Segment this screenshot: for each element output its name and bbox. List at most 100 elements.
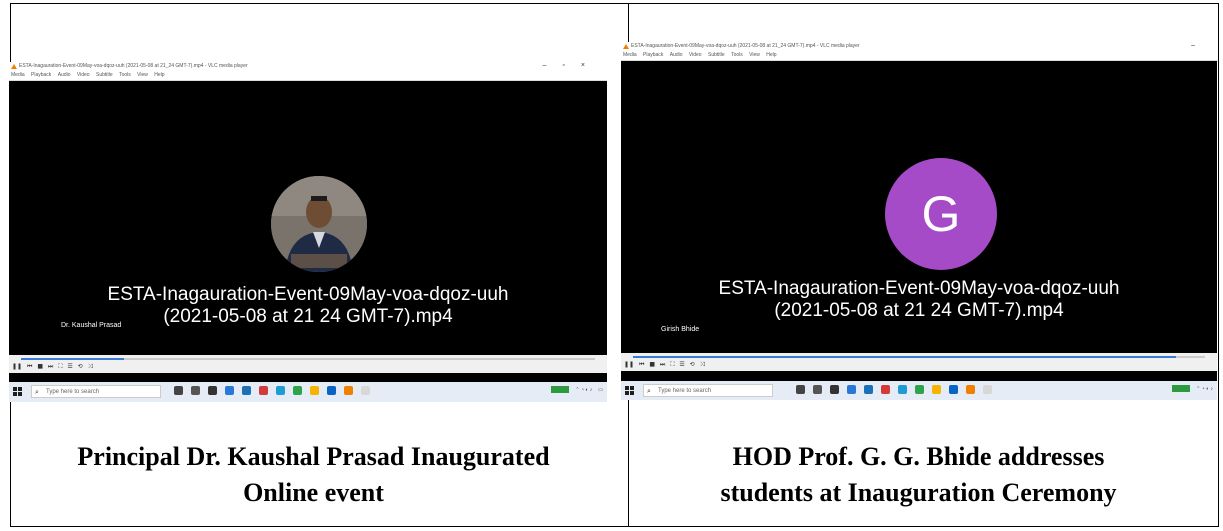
task-view-icon[interactable] — [813, 385, 822, 394]
next-icon[interactable]: ⏭ — [660, 361, 665, 368]
pause-icon[interactable]: ❚❚ — [12, 363, 22, 370]
app-l-icon[interactable] — [847, 385, 856, 394]
fullscreen-icon[interactable]: ⛶ — [58, 363, 62, 370]
left-caption-line2: Online event — [243, 478, 384, 507]
menu-audio[interactable]: Audio — [58, 72, 71, 78]
system-tray: ⌃ ◔ ◐ ♪ — [1172, 385, 1213, 392]
shuffle-icon[interactable]: ⤨ — [700, 361, 705, 368]
menu-view[interactable]: View — [137, 72, 148, 78]
word-icon[interactable] — [949, 385, 958, 394]
shield-icon[interactable] — [259, 386, 268, 395]
playback-controls: ❚❚ ⏮ ■ ⏭ ⛶ ☰ ⟲ ⤨ — [621, 361, 1217, 371]
seek-track[interactable] — [21, 358, 595, 360]
right-caption: HOD Prof. G. G. Bhide addresses students… — [618, 439, 1219, 511]
menu-help[interactable]: Help — [154, 72, 164, 78]
tray-icons[interactable]: ⌃ ◔ ◐ ♪ — [575, 387, 592, 393]
pause-icon[interactable]: ❚❚ — [624, 361, 634, 368]
mail-icon[interactable] — [242, 386, 251, 395]
video-title: ESTA-Inagauration-Event-09May-voa-dqoz-u… — [621, 278, 1217, 322]
left-caption-line1: Principal Dr. Kaushal Prasad Inaugurated — [77, 442, 550, 471]
seek-bar[interactable] — [621, 353, 1217, 361]
vlc-cone-icon — [623, 44, 629, 49]
seek-track[interactable] — [633, 356, 1205, 358]
vlc-cone-icon — [11, 64, 17, 69]
vlc-icon[interactable] — [344, 386, 353, 395]
menu-playback[interactable]: Playback — [31, 72, 51, 78]
fullscreen-icon[interactable]: ⛶ — [670, 361, 674, 368]
menu-tools[interactable]: Tools — [119, 72, 131, 78]
vlc-menubar: Media Playback Audio Video Subtitle Tool… — [9, 72, 607, 81]
battery-indicator[interactable] — [551, 386, 570, 393]
chrome-icon[interactable] — [915, 385, 924, 394]
taskbar-apps — [174, 386, 370, 395]
loop-icon[interactable]: ⟲ — [78, 363, 83, 370]
right-screenshot: ESTA-Inagauration-Event-09May-voa-dqoz-u… — [621, 42, 1217, 400]
search-icon: ⌕ — [647, 388, 651, 395]
seek-progress — [21, 358, 125, 360]
windows-start-icon[interactable] — [625, 386, 634, 395]
system-tray: ⌃ ◔ ◐ ♪ ▭ — [551, 386, 603, 393]
menu-subtitle[interactable]: Subtitle — [96, 72, 113, 78]
cortana-icon[interactable] — [796, 385, 805, 394]
right-caption-line1: HOD Prof. G. G. Bhide addresses — [732, 442, 1105, 471]
speaker-name: Dr. Kaushal Prasad — [61, 322, 122, 329]
paint-icon[interactable] — [983, 385, 992, 394]
left-screenshot: ESTA-Inagauration-Event-09May-voa-dqoz-u… — [9, 62, 607, 402]
video-title-line1: ESTA-Inagauration-Event-09May-voa-dqoz-u… — [718, 278, 1120, 299]
loop-icon[interactable]: ⟲ — [690, 361, 695, 368]
windows-start-icon[interactable] — [13, 387, 22, 396]
menu-video[interactable]: Video — [689, 52, 702, 58]
cortana-icon[interactable] — [174, 386, 183, 395]
menu-audio[interactable]: Audio — [670, 52, 683, 58]
video-area[interactable]: G ESTA-Inagauration-Event-09May-voa-dqoz… — [621, 61, 1217, 353]
taskbar-search[interactable]: ⌕ Type here to search — [31, 385, 161, 398]
menu-tools[interactable]: Tools — [731, 52, 743, 58]
app-l-icon[interactable] — [225, 386, 234, 395]
video-area[interactable]: ESTA-Inagauration-Event-09May-voa-dqoz-u… — [9, 81, 607, 355]
tray-icons[interactable]: ⌃ ◔ ◐ ♪ — [1196, 386, 1213, 392]
taskbar-search[interactable]: ⌕ Type here to search — [643, 384, 773, 397]
menu-help[interactable]: Help — [766, 52, 776, 58]
window-title: ESTA-Inagauration-Event-09May-voa-dqoz-u… — [19, 63, 248, 69]
participant-avatar: G — [885, 158, 997, 270]
edge-icon[interactable] — [898, 385, 907, 394]
vlc-titlebar: ESTA-Inagauration-Event-09May-voa-dqoz-u… — [9, 62, 607, 72]
battery-indicator[interactable] — [1172, 385, 1191, 392]
menu-video[interactable]: Video — [77, 72, 90, 78]
playback-controls: ❚❚ ⏮ ■ ⏭ ⛶ ☰ ⟲ ⤨ — [9, 363, 607, 373]
window-controls[interactable]: –▫× — [543, 62, 601, 69]
menu-media[interactable]: Media — [11, 72, 25, 78]
windows-taskbar: ⌕ Type here to search ⌃ ◔ ◐ ♪ — [621, 381, 1217, 400]
word-icon[interactable] — [327, 386, 336, 395]
previous-icon[interactable]: ⏮ — [27, 363, 32, 370]
seek-bar[interactable] — [9, 355, 607, 363]
menu-media[interactable]: Media — [623, 52, 637, 58]
explorer-icon[interactable] — [310, 386, 319, 395]
shield-icon[interactable] — [881, 385, 890, 394]
window-title: ESTA-Inagauration-Event-09May-voa-dqoz-u… — [631, 43, 860, 49]
chrome-icon[interactable] — [293, 386, 302, 395]
windows-taskbar: ⌕ Type here to search ⌃ ◔ ◐ ♪ ▭ — [9, 382, 607, 402]
window-controls[interactable]: – — [1191, 42, 1211, 49]
playlist-icon[interactable]: ☰ — [67, 363, 72, 370]
speaker-photo — [271, 176, 367, 272]
menu-view[interactable]: View — [749, 52, 760, 58]
vlc-icon[interactable] — [966, 385, 975, 394]
menu-subtitle[interactable]: Subtitle — [708, 52, 725, 58]
previous-icon[interactable]: ⏮ — [639, 361, 644, 368]
store-icon[interactable] — [208, 386, 217, 395]
explorer-icon[interactable] — [932, 385, 941, 394]
playlist-icon[interactable]: ☰ — [679, 361, 684, 368]
stop-icon[interactable]: ■ — [649, 361, 655, 368]
mail-icon[interactable] — [864, 385, 873, 394]
shuffle-icon[interactable]: ⤨ — [88, 363, 93, 370]
edge-icon[interactable] — [276, 386, 285, 395]
menu-playback[interactable]: Playback — [643, 52, 663, 58]
notification-icon[interactable]: ▭ — [598, 387, 603, 393]
store-icon[interactable] — [830, 385, 839, 394]
search-placeholder: Type here to search — [46, 389, 100, 395]
next-icon[interactable]: ⏭ — [48, 363, 53, 370]
stop-icon[interactable]: ■ — [37, 363, 43, 370]
paint-icon[interactable] — [361, 386, 370, 395]
task-view-icon[interactable] — [191, 386, 200, 395]
